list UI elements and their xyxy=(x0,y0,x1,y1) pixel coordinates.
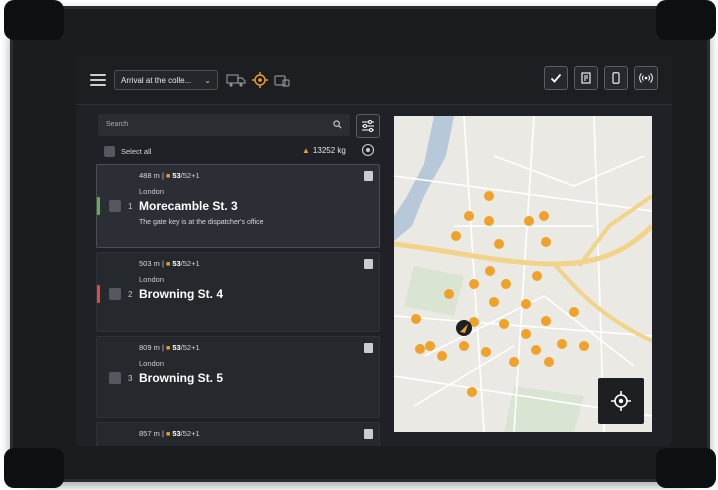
app-screen: Arrival at the colle... ⌄ Search Select … xyxy=(76,56,672,446)
crosshair-icon[interactable] xyxy=(252,72,268,88)
check-icon xyxy=(550,73,562,83)
stop-qty-main: 53 xyxy=(172,429,181,438)
stop-note: The gate key is at the dispatcher's offi… xyxy=(139,219,264,226)
vehicle-icon[interactable] xyxy=(274,72,290,88)
stop-street: Morecamble St. 3 xyxy=(139,199,238,213)
stop-city: London xyxy=(139,275,165,284)
stop-distance: 809 m xyxy=(139,343,160,352)
document-icon[interactable] xyxy=(364,429,373,439)
search-icon[interactable] xyxy=(333,120,342,129)
sliders-icon xyxy=(362,120,374,132)
document-icon[interactable] xyxy=(364,171,373,181)
document-icon[interactable] xyxy=(364,343,373,353)
chevron-down-icon: ⌄ xyxy=(204,76,211,85)
stop-index: 3 xyxy=(128,374,133,383)
stop-meta: 809 m | ■ 53/52+1 xyxy=(139,343,200,352)
stop-meta: 488 m | ■ 53/52+1 xyxy=(139,171,200,180)
box-icon: ■ xyxy=(165,345,171,352)
total-weight: ▲ 13252 kg xyxy=(302,146,346,155)
stop-city: London xyxy=(139,187,165,196)
bumper-bottom-right xyxy=(656,448,716,488)
stop-city: London xyxy=(139,359,165,368)
bumper-top-left xyxy=(4,0,64,40)
stop-qty-rest: /52+1 xyxy=(180,171,200,180)
stop-qty-rest: /52+1 xyxy=(180,429,200,438)
stop-checkbox[interactable] xyxy=(109,288,121,300)
stop-street: Browning St. 4 xyxy=(139,287,223,301)
stop-card[interactable]: 488 m | ■ 53/52+1 London 1 Morecamble St… xyxy=(96,164,380,248)
stop-checkbox[interactable] xyxy=(109,200,121,212)
status-strip xyxy=(97,285,100,303)
status-strip xyxy=(97,197,100,215)
truck-icon[interactable] xyxy=(226,72,246,88)
bumper-bottom-left xyxy=(4,448,64,488)
filter-button[interactable] xyxy=(356,114,380,138)
stop-checkbox[interactable] xyxy=(109,372,121,384)
toolbar-right xyxy=(544,66,658,90)
stop-card[interactable]: 809 m | ■ 53/52+1 London 3 Browning St. … xyxy=(96,336,380,418)
search-input[interactable]: Search xyxy=(98,114,350,136)
box-icon: ■ xyxy=(165,431,171,438)
select-all-checkbox[interactable] xyxy=(104,145,115,157)
box-icon: ■ xyxy=(165,173,171,180)
menu-icon[interactable] xyxy=(90,74,106,86)
total-weight-value: 13252 kg xyxy=(312,146,346,155)
stop-index: 2 xyxy=(128,290,133,299)
document-edit-icon xyxy=(581,72,591,84)
route-dropdown-value: Arrival at the colle... xyxy=(121,76,192,85)
stop-distance: 857 m xyxy=(139,429,160,438)
stop-index: 1 xyxy=(128,202,133,211)
route-dropdown[interactable]: Arrival at the colle... ⌄ xyxy=(114,70,218,90)
stop-card[interactable]: 503 m | ■ 53/52+1 London 2 Browning St. … xyxy=(96,252,380,332)
bumper-top-right xyxy=(656,0,716,40)
document-icon[interactable] xyxy=(364,259,373,269)
map-view[interactable] xyxy=(394,116,652,432)
confirm-button[interactable] xyxy=(544,66,568,90)
tablet-device: Arrival at the colle... ⌄ Search Select … xyxy=(4,0,716,488)
stop-qty-main: 53 xyxy=(172,171,181,180)
stop-qty-main: 53 xyxy=(172,259,181,268)
stop-distance: 488 m xyxy=(139,171,160,180)
stop-meta: 503 m | ■ 53/52+1 xyxy=(139,259,200,268)
phone-icon xyxy=(612,72,620,84)
stop-qty-rest: /52+1 xyxy=(180,343,200,352)
stop-card[interactable]: 857 m | ■ 53/52+1 xyxy=(96,422,380,446)
locate-list-icon[interactable] xyxy=(361,143,375,157)
stop-qty-rest: /52+1 xyxy=(180,259,200,268)
select-all-label: Select all xyxy=(121,146,152,156)
search-placeholder: Search xyxy=(106,121,129,128)
broadcast-icon xyxy=(639,73,653,83)
stop-qty-main: 53 xyxy=(172,343,181,352)
top-bar: Arrival at the colle... ⌄ xyxy=(76,56,672,105)
locate-me-button[interactable] xyxy=(598,378,644,424)
select-all[interactable]: Select all xyxy=(98,144,151,158)
crosshair-icon xyxy=(611,391,631,411)
stop-meta: 857 m | ■ 53/52+1 xyxy=(139,429,200,438)
device-button[interactable] xyxy=(604,66,628,90)
box-icon: ■ xyxy=(165,261,171,268)
broadcast-button[interactable] xyxy=(634,66,658,90)
stop-street: Browning St. 5 xyxy=(139,371,223,385)
stop-distance: 503 m xyxy=(139,259,160,268)
notes-button[interactable] xyxy=(574,66,598,90)
bell-icon: ▲ xyxy=(302,146,310,155)
